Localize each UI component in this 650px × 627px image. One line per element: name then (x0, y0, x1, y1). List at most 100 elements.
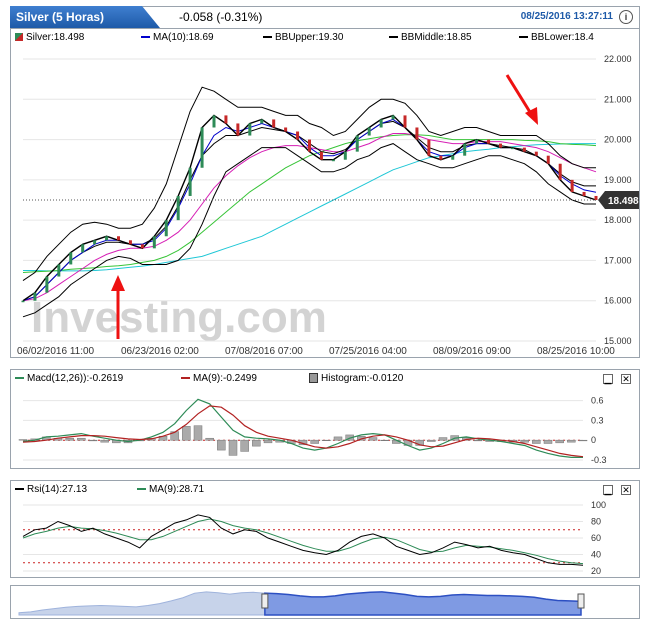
navigator-chart[interactable] (11, 586, 639, 618)
navigator-handle-left (261, 593, 269, 609)
y-tick-label: 22.000 (604, 54, 632, 64)
candle-7 (105, 236, 109, 241)
series-ma-cyan (23, 143, 596, 272)
candle-42 (522, 147, 526, 152)
histogram-bar-14 (182, 426, 191, 441)
legend-macd: Macd(12,26)):-0.2619 (15, 370, 123, 388)
minimize-rsi-button[interactable]: ▁ (603, 485, 613, 495)
histogram-bar-0 (18, 439, 28, 441)
histogram-bar-35 (427, 439, 436, 442)
macd-chart[interactable]: 0.6 0.3 0 -0.3 (11, 388, 639, 468)
timestamp: 08/25/2016 13:27:11 (520, 11, 613, 22)
candle-26 (331, 159, 335, 162)
candle-8 (117, 236, 120, 241)
candle-9 (128, 240, 132, 245)
candle-28 (355, 135, 359, 152)
candle-23 (296, 131, 300, 140)
candle-19 (248, 123, 252, 136)
navigator-handle-right (577, 593, 585, 609)
y-tick-label: 80 (591, 517, 601, 527)
candle-30 (379, 119, 383, 128)
x-tick-label: 07/08/2016 07:00 (225, 346, 303, 357)
series-ma-green (22, 134, 597, 273)
histogram-swatch-icon (309, 373, 318, 384)
close-rsi-button[interactable]: ✕ (621, 485, 631, 495)
candle-0 (21, 300, 25, 303)
close-macd-button[interactable]: ✕ (621, 374, 631, 384)
minimize-macd-button[interactable]: ▁ (603, 374, 613, 384)
bbmiddle-swatch-icon (389, 36, 398, 39)
candle-44 (546, 155, 550, 164)
candle-36 (451, 155, 455, 160)
macd-swatch-icon (15, 377, 24, 380)
candle-35 (439, 155, 443, 160)
y-tick-label: 0 (591, 435, 596, 445)
series-bblower (22, 143, 596, 318)
series-macd-12-26 (22, 398, 583, 458)
histogram-bar-44 (532, 439, 541, 444)
bbupper-swatch-icon (263, 36, 272, 39)
candle-31 (391, 115, 395, 120)
navigator-area-history (18, 591, 266, 616)
histogram-bar-18 (228, 439, 238, 456)
legend-rsi-ma: MA(9):28.71 (137, 481, 204, 499)
histogram-bar-7 (100, 439, 109, 443)
navigator-panel[interactable] (10, 585, 640, 619)
y-tick-label: 0.3 (591, 415, 604, 425)
instrument-tab[interactable]: Silver (5 Horas) (10, 6, 160, 28)
candle-48 (594, 195, 598, 200)
last-price-label: 18.498 (608, 196, 639, 207)
ma10-swatch-icon (141, 36, 150, 39)
series-ma-9 (22, 518, 584, 565)
candle-22 (284, 127, 288, 132)
price-panel: Silver:18.498 MA(10):18.69 BBUpper:19.30… (10, 28, 640, 358)
histogram-bar-31 (380, 439, 389, 441)
histogram-bar-16 (205, 437, 214, 441)
candle-14 (188, 167, 192, 196)
candle-2 (45, 276, 49, 293)
rsi-legend: Rsi(14):27.13 MA(9):28.71 (11, 481, 639, 499)
histogram-bar-20 (252, 439, 261, 447)
histogram-bar-27 (333, 436, 343, 441)
macd-panel: Macd(12,26)):-0.2619 MA(9):-0.2499 Histo… (10, 369, 640, 469)
arrow-up-head-icon (111, 275, 125, 291)
arrow-down-icon (505, 74, 535, 118)
candle-4 (69, 252, 73, 265)
legend-bbupper: BBUpper:19.30 (263, 29, 343, 47)
candle-5 (81, 244, 85, 253)
candle-25 (319, 151, 323, 160)
price-chart[interactable]: Investing.com22.00021.00020.00019.00018.… (11, 47, 639, 357)
candle-12 (164, 220, 168, 237)
candle-34 (427, 139, 431, 156)
series-bbupper (22, 86, 596, 282)
histogram-bar-48 (578, 439, 588, 442)
histogram-bar-30 (368, 437, 378, 441)
candle-6 (93, 240, 97, 245)
rsi-chart[interactable]: 100 80 60 40 20 (11, 499, 639, 577)
y-tick-label: 17.000 (604, 255, 632, 265)
histogram-bar-15 (193, 425, 203, 441)
histogram-bar-21 (263, 439, 273, 444)
rsi-swatch-icon (15, 488, 24, 491)
candle-38 (475, 139, 479, 144)
candle-46 (570, 179, 574, 192)
histogram-bar-25 (310, 439, 319, 444)
candle-18 (236, 123, 240, 136)
rsi-ma-swatch-icon (137, 488, 146, 491)
macd-ma-swatch-icon (181, 377, 190, 380)
histogram-bar-45 (543, 439, 553, 444)
candle-40 (499, 143, 502, 148)
y-tick-label: 40 (591, 550, 601, 560)
candle-1 (33, 292, 37, 301)
legend-price: Silver:18.498 (15, 29, 84, 47)
x-tick-label: 06/23/2016 02:00 (121, 346, 199, 357)
bblower-swatch-icon (519, 36, 528, 39)
candle-21 (272, 119, 276, 128)
candle-33 (415, 127, 419, 140)
y-tick-label: 16.000 (604, 296, 632, 306)
histogram-bar-5 (77, 437, 86, 441)
histogram-bar-6 (88, 439, 98, 442)
histogram-bar-17 (217, 439, 226, 451)
info-icon[interactable]: i (619, 10, 633, 24)
series-ma-9 (22, 405, 584, 458)
